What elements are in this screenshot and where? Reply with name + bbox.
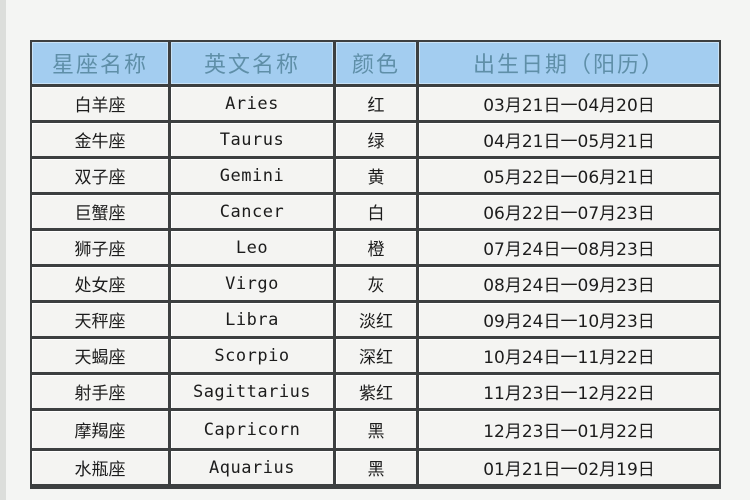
cell-dates: 09月24日一10月23日 — [419, 303, 719, 339]
cell-dates: 08月24日一09月23日 — [419, 267, 719, 303]
table-row: 双子座 Gemini 黄 05月22日一06月21日 — [32, 159, 719, 195]
cell-en-name: Aries — [171, 87, 336, 123]
cell-dates: 10月24日一11月22日 — [419, 339, 719, 375]
cell-en-name: Gemini — [171, 159, 336, 195]
cell-dates: 11月23日一12月22日 — [419, 375, 719, 411]
table-row: 天秤座 Libra 淡红 09月24日一10月23日 — [32, 303, 719, 339]
table-row: 白羊座 Aries 红 03月21日一04月20日 — [32, 87, 719, 123]
cell-cn-name: 双子座 — [32, 159, 171, 195]
cell-en-name: Libra — [171, 303, 336, 339]
cell-dates: 06月22日一07月23日 — [419, 195, 719, 231]
header-en-name: 英文名称 — [171, 42, 336, 87]
cell-dates: 12月23日一01月22日 — [419, 411, 719, 451]
cell-color: 黑 — [336, 451, 419, 487]
cell-cn-name: 处女座 — [32, 267, 171, 303]
table-row: 射手座 Sagittarius 紫红 11月23日一12月22日 — [32, 375, 719, 411]
cell-en-name: Leo — [171, 231, 336, 267]
cell-color: 绿 — [336, 123, 419, 159]
cell-dates: 05月22日一06月21日 — [419, 159, 719, 195]
cell-color: 淡红 — [336, 303, 419, 339]
table-row: 处女座 Virgo 灰 08月24日一09月23日 — [32, 267, 719, 303]
cell-color: 灰 — [336, 267, 419, 303]
cell-cn-name: 射手座 — [32, 375, 171, 411]
cell-dates: 04月21日一05月21日 — [419, 123, 719, 159]
table-row: 水瓶座 Aquarius 黑 01月21日一02月19日 — [32, 451, 719, 487]
cell-en-name: Capricorn — [171, 411, 336, 451]
cell-cn-name: 天秤座 — [32, 303, 171, 339]
table-row: 狮子座 Leo 橙 07月24日一08月23日 — [32, 231, 719, 267]
header-cn-name: 星座名称 — [32, 42, 171, 87]
cell-color: 深红 — [336, 339, 419, 375]
cell-cn-name: 摩羯座 — [32, 411, 171, 451]
cell-color: 橙 — [336, 231, 419, 267]
left-edge-divider — [0, 0, 6, 500]
cell-en-name: Scorpio — [171, 339, 336, 375]
cell-color: 紫红 — [336, 375, 419, 411]
table-row: 巨蟹座 Cancer 白 06月22日一07月23日 — [32, 195, 719, 231]
cell-en-name: Taurus — [171, 123, 336, 159]
cell-en-name: Aquarius — [171, 451, 336, 487]
table-row: 天蝎座 Scorpio 深红 10月24日一11月22日 — [32, 339, 719, 375]
cell-en-name: Virgo — [171, 267, 336, 303]
zodiac-table: 星座名称 英文名称 颜色 出生日期（阳历） 白羊座 Aries 红 03月21日… — [30, 40, 721, 489]
header-birth-dates: 出生日期（阳历） — [419, 42, 719, 87]
table-header-row: 星座名称 英文名称 颜色 出生日期（阳历） — [32, 42, 719, 87]
cell-cn-name: 水瓶座 — [32, 451, 171, 487]
cell-en-name: Cancer — [171, 195, 336, 231]
cell-dates: 03月21日一04月20日 — [419, 87, 719, 123]
cell-dates: 01月21日一02月19日 — [419, 451, 719, 487]
cell-cn-name: 狮子座 — [32, 231, 171, 267]
cell-color: 黄 — [336, 159, 419, 195]
header-color: 颜色 — [336, 42, 419, 87]
cell-en-name: Sagittarius — [171, 375, 336, 411]
cell-dates: 07月24日一08月23日 — [419, 231, 719, 267]
cell-cn-name: 白羊座 — [32, 87, 171, 123]
table-row: 金牛座 Taurus 绿 04月21日一05月21日 — [32, 123, 719, 159]
table-row: 摩羯座 Capricorn 黑 12月23日一01月22日 — [32, 411, 719, 451]
cell-color: 红 — [336, 87, 419, 123]
cell-color: 白 — [336, 195, 419, 231]
cell-cn-name: 巨蟹座 — [32, 195, 171, 231]
cell-cn-name: 天蝎座 — [32, 339, 171, 375]
cell-color: 黑 — [336, 411, 419, 451]
page: 星座名称 英文名称 颜色 出生日期（阳历） 白羊座 Aries 红 03月21日… — [0, 0, 750, 500]
cell-cn-name: 金牛座 — [32, 123, 171, 159]
